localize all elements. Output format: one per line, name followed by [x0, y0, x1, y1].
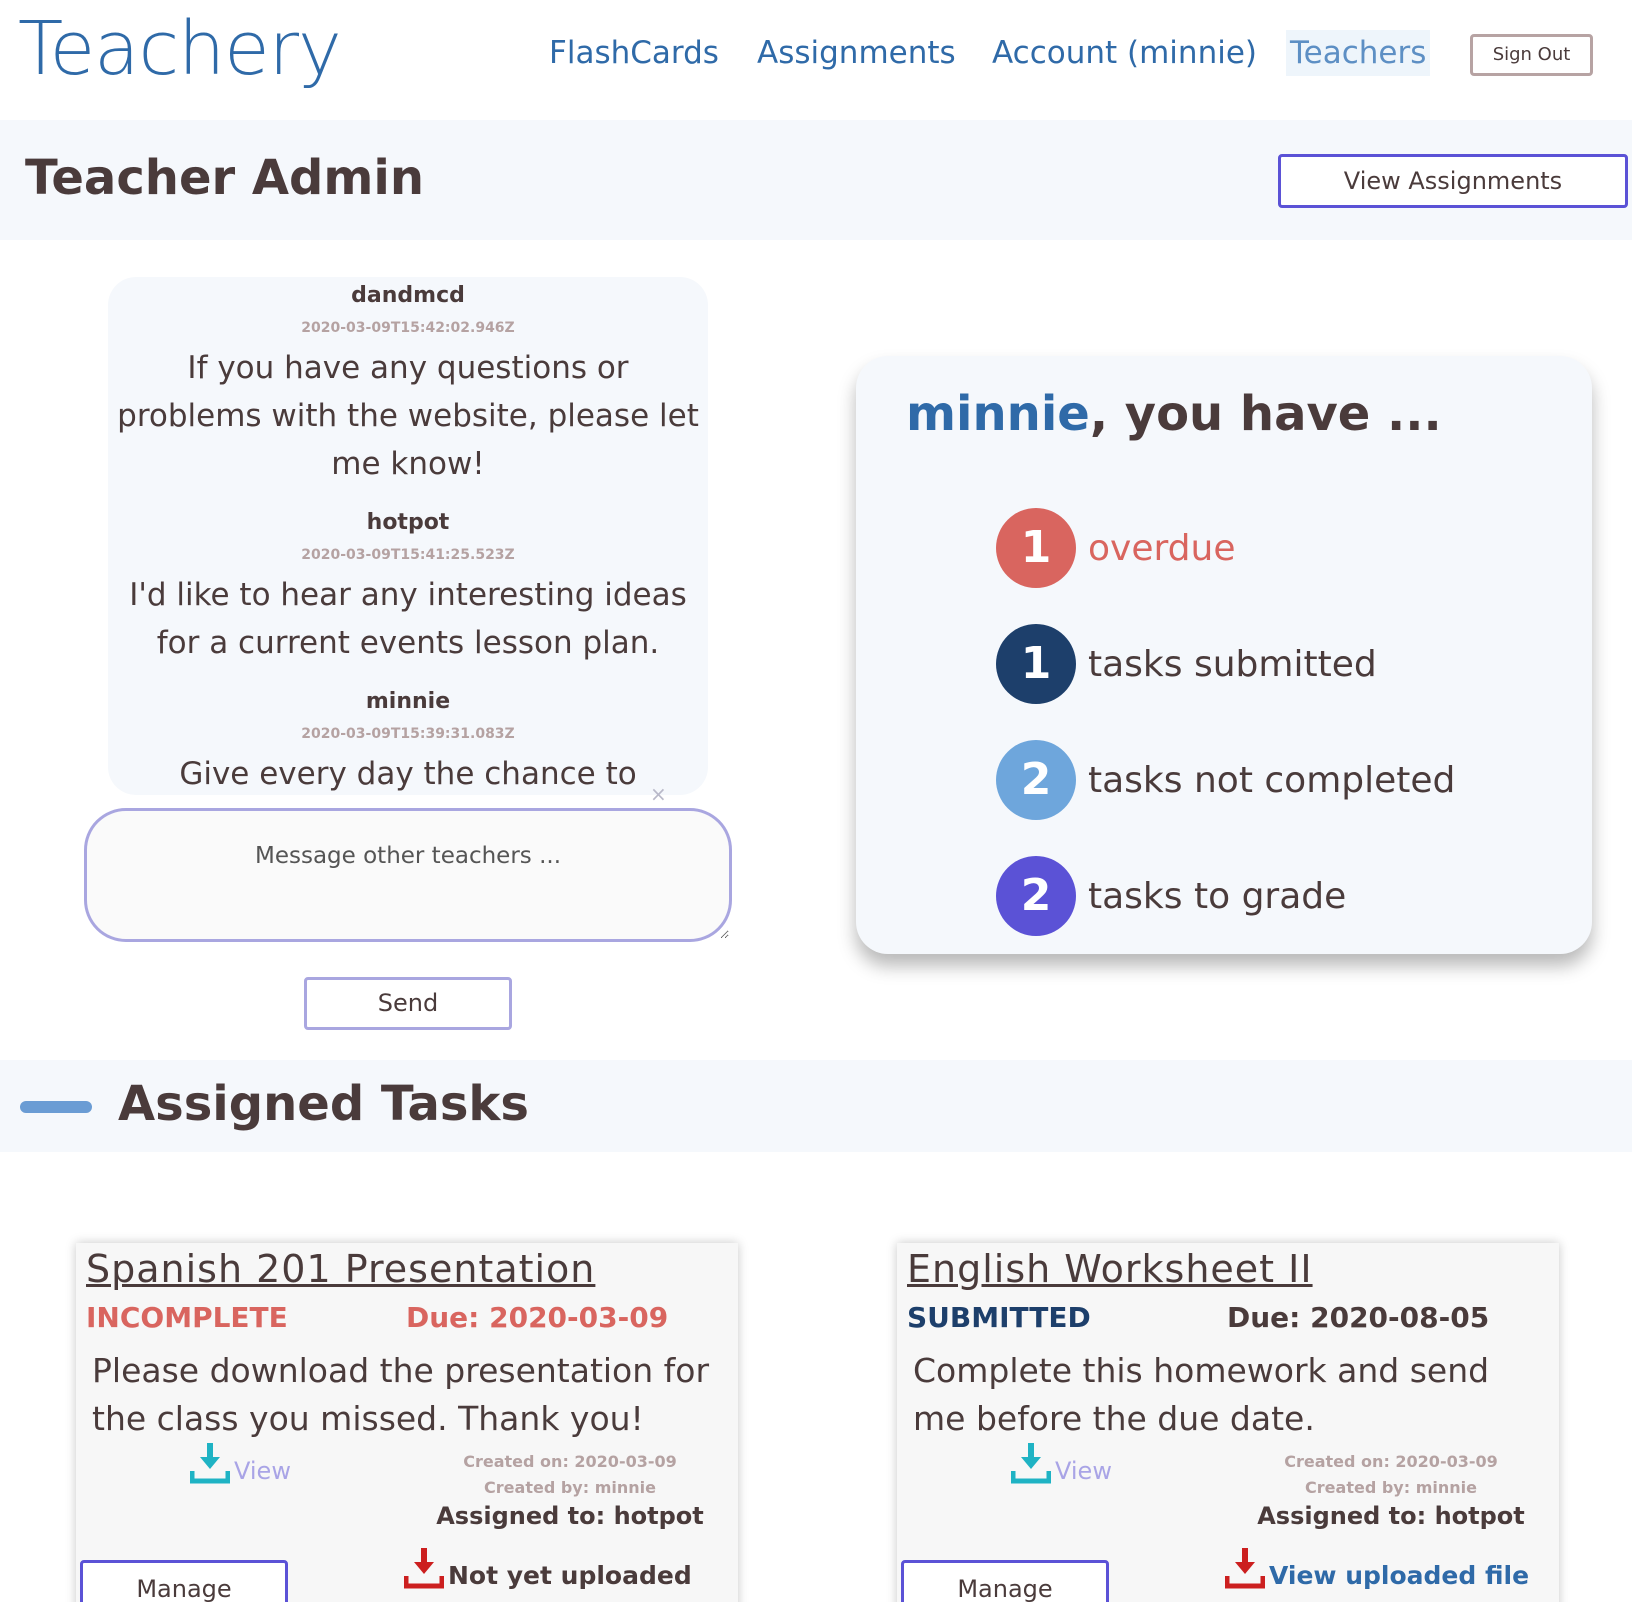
message-timestamp: 2020-03-09T15:39:31.083Z [301, 726, 515, 742]
to-grade-count-badge: 2 [996, 856, 1076, 936]
stat-submitted[interactable]: 1 tasks submitted [996, 624, 1377, 704]
task-due-date: Due: 2020-03-09 [406, 1301, 669, 1334]
message-text: Give every day the chance to become the … [179, 756, 637, 792]
submitted-label: tasks submitted [1088, 643, 1377, 685]
sign-out-button[interactable]: Sign Out [1470, 34, 1593, 76]
upload-download-icon [404, 1548, 444, 1589]
not-completed-count-badge: 2 [996, 740, 1076, 820]
manage-button[interactable]: Manage [80, 1560, 288, 1602]
chat-message: minnie 2020-03-09T15:39:31.083Z Give eve… [108, 689, 708, 795]
chat-messages-panel[interactable]: dandmcd 2020-03-09T15:42:02.946Z If you … [108, 277, 708, 795]
download-icon [1011, 1443, 1051, 1484]
summary-card: minnie, you have ... 1 overdue 1 tasks s… [856, 356, 1592, 954]
task-description: Please download the presentation for the… [92, 1351, 710, 1438]
task-due-date: Due: 2020-08-05 [1227, 1301, 1490, 1334]
chat-message: dandmcd 2020-03-09T15:42:02.946Z If you … [108, 283, 708, 488]
message-text: If you have any questions or problems wi… [117, 350, 699, 482]
view-link[interactable]: View [1055, 1457, 1112, 1485]
summary-title-text: , you have ... [1089, 386, 1442, 442]
summary-username: minnie [906, 386, 1090, 442]
task-status: SUBMITTED [907, 1301, 1091, 1334]
upload-status[interactable]: View uploaded file [1225, 1548, 1529, 1590]
nav-assignments[interactable]: Assignments [757, 30, 956, 76]
message-author: minnie [365, 689, 451, 714]
view-assignments-button[interactable]: View Assignments [1278, 154, 1628, 208]
overdue-label: overdue [1088, 527, 1236, 569]
download-icon [190, 1443, 230, 1484]
chat-message: hotpot 2020-03-09T15:41:25.523Z I'd like… [108, 510, 708, 667]
submitted-count-badge: 1 [996, 624, 1076, 704]
send-button[interactable]: Send [304, 977, 512, 1030]
assigned-to: Assigned to: hotpot [1257, 1502, 1525, 1530]
message-author: hotpot [366, 510, 450, 535]
created-on: Created on: 2020-03-09 [1284, 1452, 1498, 1471]
nav-account[interactable]: Account (minnie) [992, 30, 1257, 76]
message-text: I'd like to hear any interesting ideas f… [129, 577, 687, 661]
task-status: INCOMPLETE [86, 1301, 288, 1334]
task-title[interactable]: Spanish 201 Presentation [86, 1247, 595, 1291]
app-logo[interactable]: Teachery [18, 6, 342, 92]
message-timestamp: 2020-03-09T15:42:02.946Z [301, 320, 515, 336]
stat-to-grade[interactable]: 2 tasks to grade [996, 856, 1346, 936]
page-title: Teacher Admin [25, 150, 425, 206]
collapse-dash-icon[interactable] [20, 1101, 92, 1113]
task-meta: Created on: 2020-03-09 Created by: minni… [440, 1449, 700, 1501]
view-uploaded-file-link[interactable]: View uploaded file [1269, 1561, 1529, 1590]
assigned-to: Assigned to: hotpot [436, 1502, 704, 1530]
created-on: Created on: 2020-03-09 [463, 1452, 677, 1471]
task-description: Complete this homework and send me befor… [913, 1351, 1490, 1438]
manage-button[interactable]: Manage [901, 1560, 1109, 1602]
to-grade-label: tasks to grade [1088, 875, 1347, 917]
created-by: Created by: minnie [1305, 1478, 1477, 1497]
nav-flashcards[interactable]: FlashCards [549, 30, 719, 76]
message-teachers-input[interactable] [84, 808, 732, 942]
view-link[interactable]: View [234, 1457, 291, 1485]
message-author: dandmcd [351, 283, 465, 308]
stat-overdue[interactable]: 1 overdue [996, 508, 1235, 588]
upload-download-icon [1225, 1548, 1265, 1589]
stat-not-completed[interactable]: 2 tasks not completed [996, 740, 1455, 820]
not-completed-label: tasks not completed [1088, 759, 1456, 801]
task-card: Spanish 201 Presentation INCOMPLETE Due:… [76, 1243, 738, 1602]
nav-teachers[interactable]: Teachers [1286, 30, 1431, 76]
summary-title: minnie, you have ... [906, 386, 1442, 442]
message-timestamp: 2020-03-09T15:41:25.523Z [301, 547, 515, 563]
view-download[interactable]: View [190, 1443, 291, 1485]
overdue-count-badge: 1 [996, 508, 1076, 588]
section-title: Assigned Tasks [118, 1076, 529, 1132]
upload-status-text: Not yet uploaded [448, 1561, 692, 1590]
task-title[interactable]: English Worksheet II [907, 1247, 1313, 1291]
view-download[interactable]: View [1011, 1443, 1112, 1485]
upload-status: Not yet uploaded [404, 1548, 692, 1590]
created-by: Created by: minnie [484, 1478, 656, 1497]
task-meta: Created on: 2020-03-09 Created by: minni… [1261, 1449, 1521, 1501]
task-card: English Worksheet II SUBMITTED Due: 2020… [897, 1243, 1559, 1602]
close-icon[interactable]: × [650, 782, 667, 806]
